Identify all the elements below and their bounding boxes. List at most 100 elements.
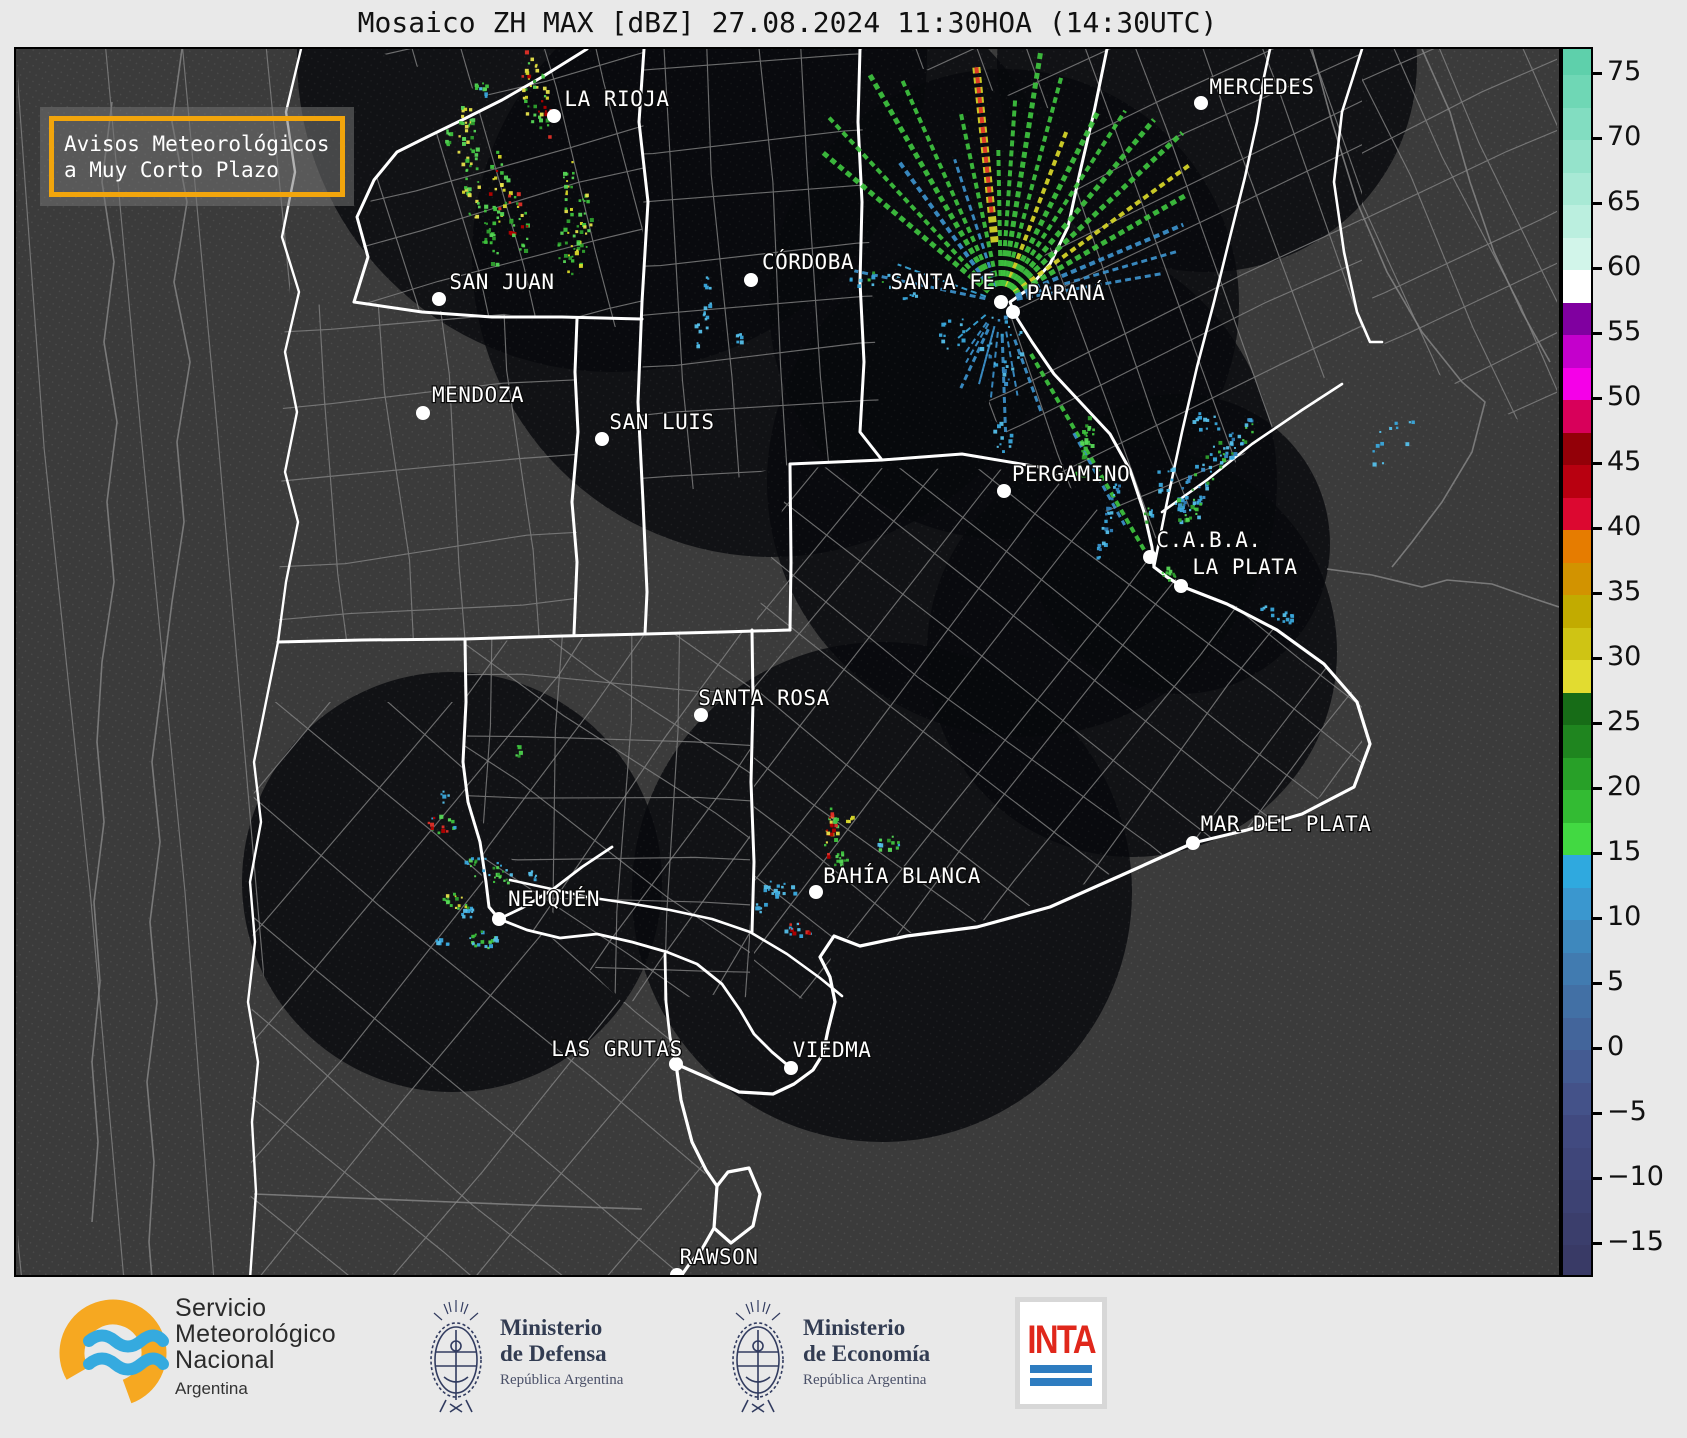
colorbar-tick-mark xyxy=(1593,1177,1602,1180)
colorbar-segment xyxy=(1563,465,1591,498)
city-label: SANTA ROSA xyxy=(698,686,829,710)
city-dot xyxy=(994,295,1008,309)
colorbar-segment xyxy=(1563,270,1591,303)
colorbar-segment xyxy=(1563,1147,1591,1180)
colorbar-segment xyxy=(1563,172,1591,205)
colorbar-tick-mark xyxy=(1593,982,1602,985)
footer-logos: Servicio Meteorológico Nacional Argentin… xyxy=(0,1277,1687,1438)
smn-line-3: Nacional xyxy=(175,1346,275,1374)
city-dot xyxy=(1194,96,1208,110)
warning-line-1: Avisos Meteorológicos xyxy=(64,131,330,156)
colorbar-tick-label: 75 xyxy=(1607,56,1642,87)
smn-wordmark: Servicio Meteorológico Nacional Argentin… xyxy=(175,1295,336,1399)
colorbar-tick-mark xyxy=(1593,1112,1602,1115)
city-label: LAS GRUTAS xyxy=(551,1037,682,1061)
radar-mosaic-figure: Mosaico ZH MAX [dBZ] 27.08.2024 11:30HOA… xyxy=(0,0,1687,1438)
warning-overlay-box: Avisos Meteorológicos a Muy Corto Plazo xyxy=(40,107,354,206)
colorbar-tick-mark xyxy=(1593,267,1602,270)
colorbar-segment xyxy=(1563,335,1591,368)
colorbar-segment xyxy=(1563,887,1591,920)
colorbar-tick-mark xyxy=(1593,397,1602,400)
colorbar-segment xyxy=(1563,1245,1591,1275)
colorbar-tick-label: 45 xyxy=(1607,446,1642,477)
colorbar-tick-label: −10 xyxy=(1607,1161,1664,1192)
colorbar-tick-label: 25 xyxy=(1607,706,1642,737)
inta-bar-1 xyxy=(1030,1365,1092,1373)
colorbar-segment xyxy=(1563,1050,1591,1083)
colorbar-tick-mark xyxy=(1593,722,1602,725)
city-label: MERCEDES xyxy=(1209,75,1314,99)
plot-title: Mosaico ZH MAX [dBZ] 27.08.2024 11:30HOA… xyxy=(357,6,1218,39)
colorbar-segment xyxy=(1563,1082,1591,1115)
colorbar-tick-label: −5 xyxy=(1607,1096,1647,1127)
city-dot xyxy=(997,484,1011,498)
ministerio-economia-text: Ministerio de Economía República Argenti… xyxy=(803,1315,930,1389)
city-dot xyxy=(694,708,708,722)
colorbar-segment xyxy=(1563,530,1591,563)
city-dot xyxy=(744,273,758,287)
colorbar-tick-mark xyxy=(1593,787,1602,790)
colorbar-segment xyxy=(1563,595,1591,628)
city-label: SAN JUAN xyxy=(449,270,554,294)
colorbar-tick-mark xyxy=(1593,202,1602,205)
colorbar-tick-mark xyxy=(1593,527,1602,530)
colorbar-tick-label: 50 xyxy=(1607,381,1642,412)
city-dot xyxy=(809,885,823,899)
colorbar-tick-label: 15 xyxy=(1607,836,1642,867)
colorbar-tick-mark xyxy=(1593,592,1602,595)
colorbar-tick-mark xyxy=(1593,1047,1602,1050)
colorbar-segment xyxy=(1563,660,1591,693)
city-dot xyxy=(1006,305,1020,319)
inta-wordmark: INTA xyxy=(1027,1318,1096,1362)
city-dot xyxy=(492,912,506,926)
smn-logo-icon xyxy=(59,1299,169,1407)
colorbar-segment xyxy=(1563,757,1591,790)
coat-of-arms-economia-icon xyxy=(732,1300,784,1413)
warning-line-2: a Muy Corto Plazo xyxy=(64,157,279,182)
colorbar-tick-label: 35 xyxy=(1607,576,1642,607)
city-label: NEUQUÉN xyxy=(508,886,600,911)
colorbar-tick-mark xyxy=(1593,72,1602,75)
colorbar-segment xyxy=(1563,627,1591,660)
city-dot xyxy=(595,432,609,446)
colorbar-segment xyxy=(1563,497,1591,530)
city-label: RAWSON xyxy=(680,1245,759,1269)
inta-logo-inner: INTA xyxy=(1020,1302,1102,1404)
colorbar-segment xyxy=(1563,855,1591,888)
colorbar-tick-mark xyxy=(1593,1242,1602,1245)
city-label: SAN LUIS xyxy=(609,410,714,434)
colorbar-segment xyxy=(1563,725,1591,758)
colorbar-tick-label: 20 xyxy=(1607,771,1642,802)
colorbar-tick-label: 0 xyxy=(1607,1031,1625,1062)
defensa-title-2: de Defensa xyxy=(500,1341,607,1366)
colorbar-segment xyxy=(1563,692,1591,725)
city-label: LA PLATA xyxy=(1192,555,1297,579)
colorbar-segment xyxy=(1563,920,1591,953)
colorbar-segment xyxy=(1563,790,1591,823)
colorbar-tick-label: 70 xyxy=(1607,121,1642,152)
colorbar-segment xyxy=(1563,75,1591,108)
colorbar-segment xyxy=(1563,1212,1591,1245)
city-label: C.A.B.A. xyxy=(1156,528,1261,552)
city-dot xyxy=(1174,579,1188,593)
colorbar-tick-mark xyxy=(1593,852,1602,855)
colorbar-segment xyxy=(1563,205,1591,238)
colorbar-tick-label: 5 xyxy=(1607,966,1625,997)
colorbar-segment xyxy=(1563,562,1591,595)
smn-country: Argentina xyxy=(175,1379,248,1398)
colorbar-tick-label: 60 xyxy=(1607,251,1642,282)
smn-line-2: Meteorológico xyxy=(175,1320,336,1348)
city-dot xyxy=(416,406,430,420)
economia-subtitle: República Argentina xyxy=(803,1372,927,1388)
colorbar-tick-mark xyxy=(1593,917,1602,920)
colorbar-tick-mark xyxy=(1593,332,1602,335)
colorbar-segment xyxy=(1563,952,1591,985)
colorbar-segment xyxy=(1563,49,1591,75)
colorbar-segment xyxy=(1563,140,1591,173)
inta-bar-2 xyxy=(1030,1378,1092,1386)
city-label: LA RIOJA xyxy=(564,87,669,111)
colorbar-tick-label: 65 xyxy=(1607,186,1642,217)
radar-map: MERCEDES LA RIOJA SAN JUAN CÓRDOBA SANTA FE P… xyxy=(14,47,1561,1277)
smn-line-1: Servicio xyxy=(175,1294,267,1322)
colorbar-segment xyxy=(1563,432,1591,465)
